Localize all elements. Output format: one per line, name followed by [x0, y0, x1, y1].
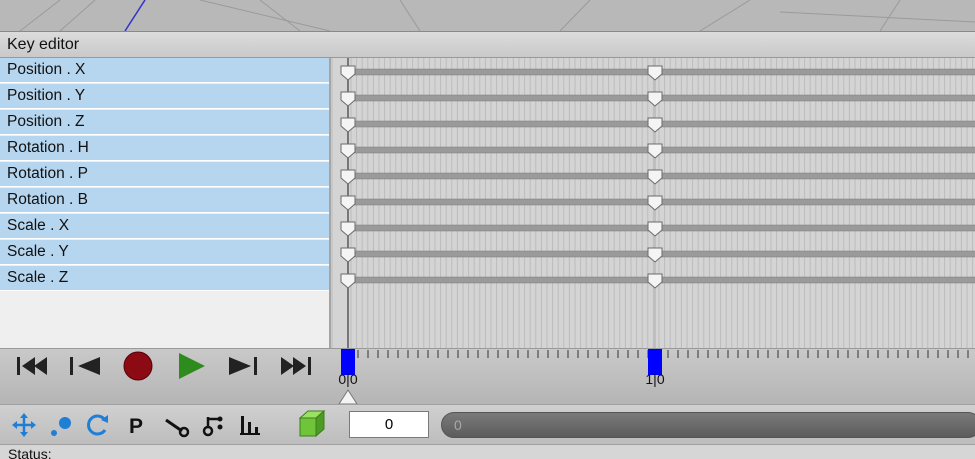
channel-position-z[interactable]: Position . Z [0, 110, 329, 135]
key-track-bar [350, 250, 975, 258]
keyframe-marker [647, 247, 663, 263]
key-editor-window: Key editor Position . X Position . Y Pos… [0, 0, 975, 459]
scale-point-icon[interactable] [48, 411, 76, 439]
playhead [338, 389, 358, 405]
channel-position-x[interactable]: Position . X [0, 58, 329, 83]
keyframe-marker [647, 273, 663, 289]
key-track-bar [350, 224, 975, 232]
channel-scale-z[interactable]: Scale . Z [0, 266, 329, 291]
key-editor-title: Key editor [0, 31, 975, 58]
keyframe-marker [647, 221, 663, 237]
keyframe-marker [647, 117, 663, 133]
keyframe-marker [647, 143, 663, 159]
viewport-grid [19, 0, 975, 31]
channel-position-y[interactable]: Position . Y [0, 84, 329, 109]
bone-icon[interactable] [162, 411, 190, 439]
frame-slider-value: 0 [454, 417, 462, 433]
keyframe-marker [647, 91, 663, 107]
object-cube-icon[interactable] [296, 408, 328, 440]
frame-slider[interactable]: 0 [441, 412, 975, 438]
tool-bar: P 0 0 [0, 404, 975, 444]
record-icon[interactable] [120, 349, 156, 383]
channel-scale-x[interactable]: Scale . X [0, 214, 329, 239]
previous-frame-icon[interactable] [66, 349, 106, 383]
keyframe-marker [340, 91, 356, 107]
key-track-bar [350, 68, 975, 76]
key-track-bar [350, 198, 975, 206]
keyframe-marker [647, 195, 663, 211]
keyframe-marker [340, 169, 356, 185]
bars-icon[interactable] [237, 411, 265, 439]
go-to-end-icon[interactable] [276, 349, 316, 383]
play-icon[interactable] [174, 349, 210, 383]
go-to-start-icon[interactable] [14, 349, 54, 383]
keyframe-marker [647, 169, 663, 185]
keyframe-marker [340, 247, 356, 263]
ruler-label: 0|0 [338, 371, 357, 387]
move-icon[interactable] [10, 411, 38, 439]
keyframe-marker [340, 117, 356, 133]
keyframe-marker [340, 143, 356, 159]
ruler-label: 1|0 [645, 371, 664, 387]
hierarchy-icon[interactable] [199, 411, 227, 439]
key-track-area[interactable] [333, 58, 975, 348]
svg-text:P: P [129, 415, 143, 438]
key-track-bar [350, 120, 975, 128]
frame-number-field[interactable]: 0 [349, 411, 429, 438]
key-track-bar [350, 172, 975, 180]
key-tracks[interactable] [333, 58, 975, 348]
key-track-bar [350, 94, 975, 102]
keyframe-marker [340, 65, 356, 81]
status-bar: Status: [0, 444, 975, 459]
keyframe-marker [340, 273, 356, 289]
keyframe-marker [647, 65, 663, 81]
rotate-icon[interactable] [84, 411, 112, 439]
key-track-bar [350, 276, 975, 284]
channel-rotation-p[interactable]: Rotation . P [0, 162, 329, 187]
parameter-icon[interactable]: P [124, 411, 152, 439]
key-track-bar [350, 146, 975, 154]
channel-rotation-b[interactable]: Rotation . B [0, 188, 329, 213]
keyframe-marker [340, 195, 356, 211]
3d-viewport[interactable] [0, 0, 975, 31]
transport-bar: 0|0 1|0 [0, 348, 975, 405]
channel-list: Position . X Position . Y Position . Z R… [0, 58, 331, 348]
channel-scale-y[interactable]: Scale . Y [0, 240, 329, 265]
next-frame-icon[interactable] [224, 349, 264, 383]
channel-rotation-h[interactable]: Rotation . H [0, 136, 329, 161]
keyframe-marker [340, 221, 356, 237]
